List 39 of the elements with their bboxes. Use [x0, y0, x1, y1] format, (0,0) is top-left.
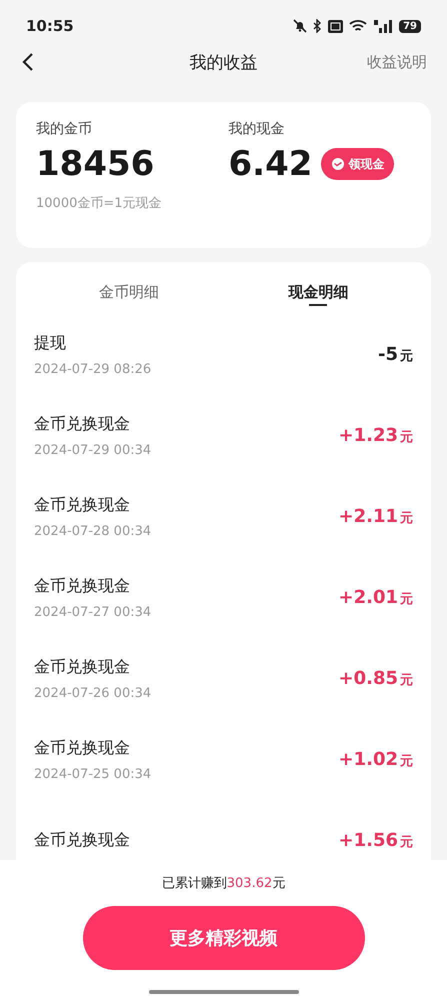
record-date: 2024-07-28 00:34 — [34, 524, 152, 538]
status-time: 10:55 — [26, 17, 74, 35]
record-title: 提现 — [34, 332, 67, 354]
watch-videos-button[interactable]: 更多精彩视频 — [82, 906, 364, 970]
coins-label: 我的金币 — [36, 120, 93, 138]
record-amount: +1.56 元 — [338, 830, 413, 851]
record-date: 2024-07-29 00:34 — [34, 442, 152, 458]
help-link[interactable]: 收益说明 — [367, 52, 427, 72]
claim-cash-button[interactable]: 领现金 — [321, 148, 394, 180]
bell-off-icon — [293, 19, 308, 33]
record-title: 金币兑换现金 — [34, 738, 131, 758]
page-title: 我的收益 — [190, 52, 258, 74]
record-date: 2024-07-26 00:34 — [34, 686, 152, 700]
battery-level: 79 — [399, 20, 421, 32]
record-title: 金币兑换现金 — [34, 576, 131, 596]
record-amount: +0.85 元 — [338, 668, 413, 689]
record-title: 金币兑换现金 — [34, 414, 131, 434]
record-amount: +1.02 元 — [338, 749, 413, 770]
total-earned: 已累计赚到303.62元 — [162, 875, 286, 892]
tab[interactable]: 现金明细 — [224, 262, 413, 314]
record-date: 2024-07-27 00:34 — [34, 604, 152, 620]
back-icon[interactable] — [22, 52, 34, 72]
cash-value: 6.42 — [228, 144, 312, 184]
wifi-icon — [349, 19, 368, 33]
record-title: 金币兑换现金 — [34, 656, 131, 678]
record-title: 金币兑换现金 — [34, 830, 130, 851]
record-title: 金币兑换现金 — [34, 494, 131, 516]
bluetooth-icon — [313, 19, 322, 33]
record-amount: +1.23 元 — [338, 425, 413, 446]
coins-value: 18456 — [36, 144, 156, 184]
tab[interactable]: 金币明细 — [34, 262, 224, 314]
cash-label: 我的现金 — [228, 120, 286, 138]
record-amount: +2.11 元 — [338, 506, 413, 527]
signal-icon — [373, 19, 394, 33]
exchange-rate: 10000金币=1元现金 — [36, 195, 163, 212]
record-date: 2024-07-29 08:26 — [34, 362, 152, 376]
record-amount: +2.01 元 — [338, 587, 413, 608]
record-date: 2024-07-25 00:34 — [34, 766, 152, 782]
record-amount: -5 元 — [378, 344, 413, 365]
